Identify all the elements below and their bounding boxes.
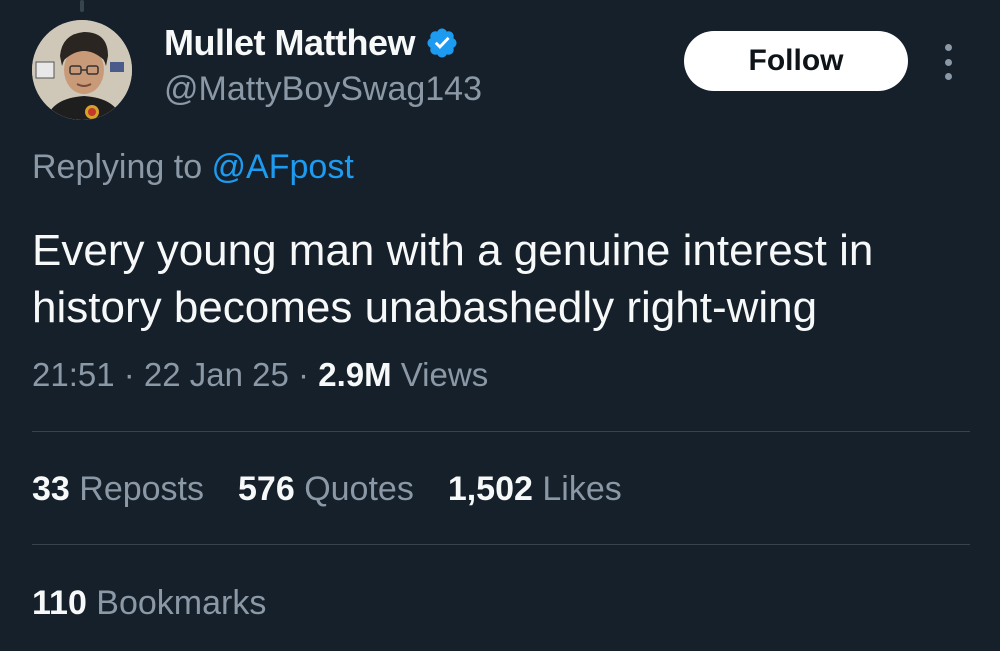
quotes-count: 576 <box>238 470 295 508</box>
divider <box>32 544 970 545</box>
reposts-stat[interactable]: 33 Reposts <box>32 470 204 509</box>
quotes-stat[interactable]: 576 Quotes <box>238 470 414 509</box>
likes-count: 1,502 <box>447 470 533 508</box>
tweet-date[interactable]: 22 Jan 25 <box>144 356 289 393</box>
author-display-name[interactable]: Mullet Matthew <box>164 22 416 64</box>
more-dot <box>944 73 952 80</box>
views-label: Views <box>391 356 489 393</box>
likes-label: Likes <box>532 470 622 508</box>
more-dot <box>944 44 952 51</box>
verified-badge-icon[interactable] <box>425 26 459 60</box>
replying-prefix: Replying to <box>32 148 212 186</box>
thread-connector-line <box>80 0 84 12</box>
engagement-stats: 33 Reposts 576 Quotes 1,502 Likes <box>32 470 622 509</box>
meta-separator: · <box>114 356 144 393</box>
replying-to: Replying to @AFpost <box>32 148 354 187</box>
tweet-meta: 21:51 · 22 Jan 25 · 2.9M Views <box>32 356 488 394</box>
bookmarks-stat[interactable]: 110 Bookmarks <box>32 584 266 623</box>
bookmarks-label: Bookmarks <box>86 584 267 622</box>
author-name-row: Mullet Matthew <box>164 22 459 64</box>
divider <box>32 431 970 432</box>
reposts-count: 33 <box>32 470 70 508</box>
more-options-icon[interactable] <box>938 44 958 80</box>
meta-separator: · <box>288 356 319 393</box>
tweet-time[interactable]: 21:51 <box>32 356 115 393</box>
author-handle[interactable]: @MattyBoySwag143 <box>164 70 482 109</box>
tweet-text: Every young man with a genuine interest … <box>32 226 874 332</box>
bookmarks-count: 110 <box>32 584 87 622</box>
avatar[interactable] <box>32 20 132 120</box>
follow-button[interactable]: Follow <box>684 31 908 91</box>
likes-stat[interactable]: 1,502 Likes <box>448 470 622 509</box>
views-count[interactable]: 2.9M <box>318 356 391 393</box>
reposts-label: Reposts <box>69 470 205 508</box>
more-dot <box>944 58 952 66</box>
quotes-label: Quotes <box>294 470 414 508</box>
reply-mention-link[interactable]: @AFpost <box>212 148 354 186</box>
